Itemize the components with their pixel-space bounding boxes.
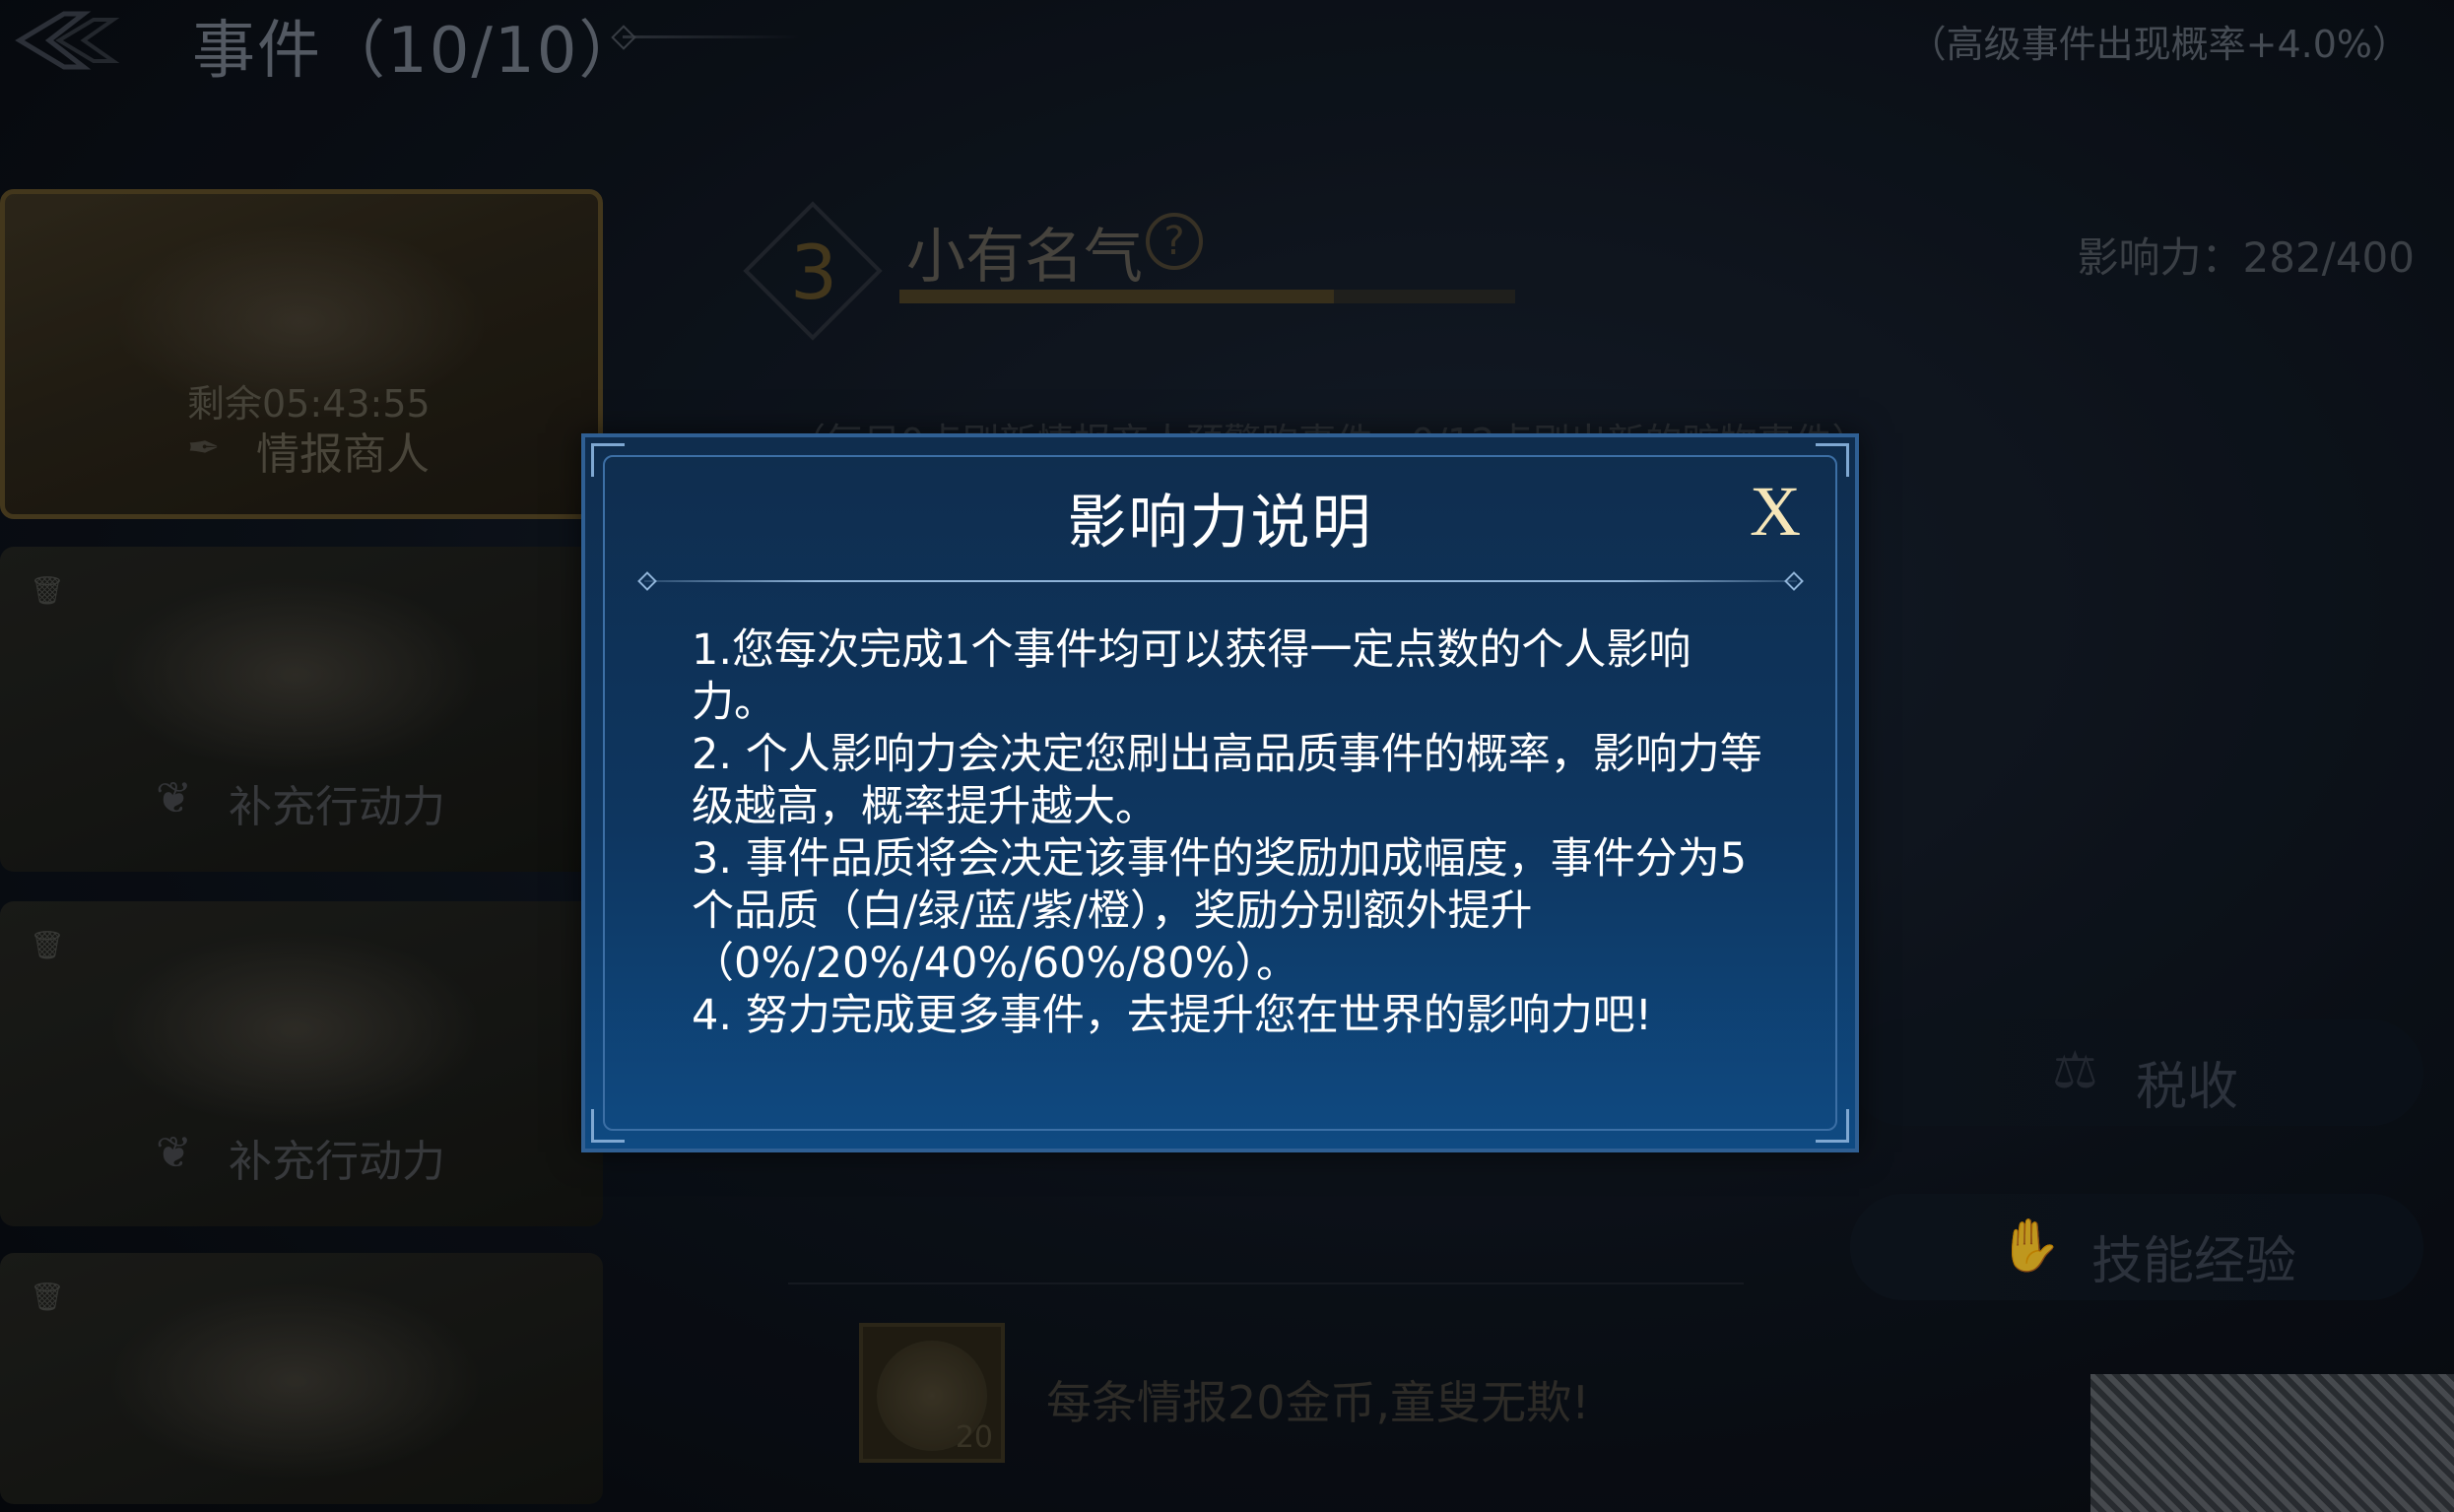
- rule-line: 2. 个人影响力会决定您刷出高品质事件的概率，影响力等级越高，概率提升越大。: [692, 730, 1762, 831]
- dialog-body: 1.您每次完成1个事件均可以获得一定点数的个人影响力。 2. 个人影响力会决定您…: [692, 625, 1775, 1042]
- title-divider: [644, 580, 1797, 582]
- dialog-title: 影响力说明: [1067, 489, 1373, 558]
- rule-line: 3. 事件品质将会决定该事件的奖励加成幅度，事件分为5个品质（白/绿/蓝/紫/橙…: [692, 834, 1748, 988]
- influence-info-dialog: 影响力说明 X 1.您每次完成1个事件均可以获得一定点数的个人影响力。 2. 个…: [581, 433, 1859, 1152]
- frame-corner: [1816, 1109, 1849, 1143]
- frame-corner: [591, 443, 625, 477]
- rule-line: 1.您每次完成1个事件均可以获得一定点数的个人影响力。: [692, 625, 1691, 727]
- frame-corner: [591, 1109, 625, 1143]
- close-button[interactable]: X: [1741, 476, 1810, 547]
- rule-line: 4. 努力完成更多事件，去提升您在世界的影响力吧!: [692, 991, 1652, 1040]
- frame-corner: [1816, 443, 1849, 477]
